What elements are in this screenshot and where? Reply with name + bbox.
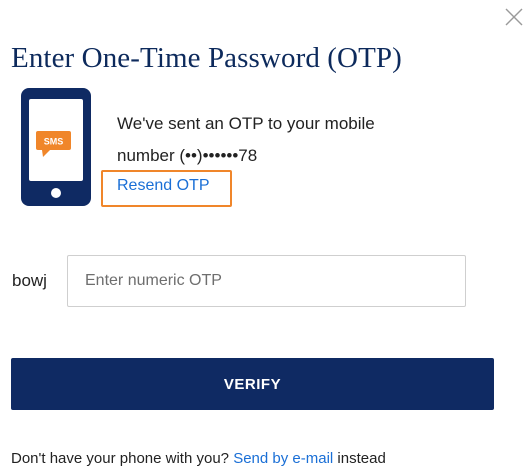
dialog-title: Enter One-Time Password (OTP) [11,42,402,74]
otp-prefix-label: bowj [12,271,47,290]
verify-button[interactable]: VERIFY [11,358,494,410]
sms-bubble-label: SMS [44,137,64,147]
footer-suffix: instead [333,450,386,467]
otp-input[interactable] [67,255,466,307]
phone-sms-illustration: SMS [21,88,91,206]
close-button[interactable] [503,6,525,28]
footer-text: Don't have your phone with you? Send by … [11,450,386,467]
send-by-email-link[interactable]: Send by e-mail [233,450,333,467]
otp-sent-message-line-1: We've sent an OTP to your mobile [117,114,375,133]
footer-prompt: Don't have your phone with you? [11,450,234,467]
otp-sent-message-line-2: number (••)••••••78 [117,146,258,165]
close-icon [505,8,523,26]
phone-home-button [51,188,61,198]
resend-otp-link[interactable]: Resend OTP [117,177,209,195]
